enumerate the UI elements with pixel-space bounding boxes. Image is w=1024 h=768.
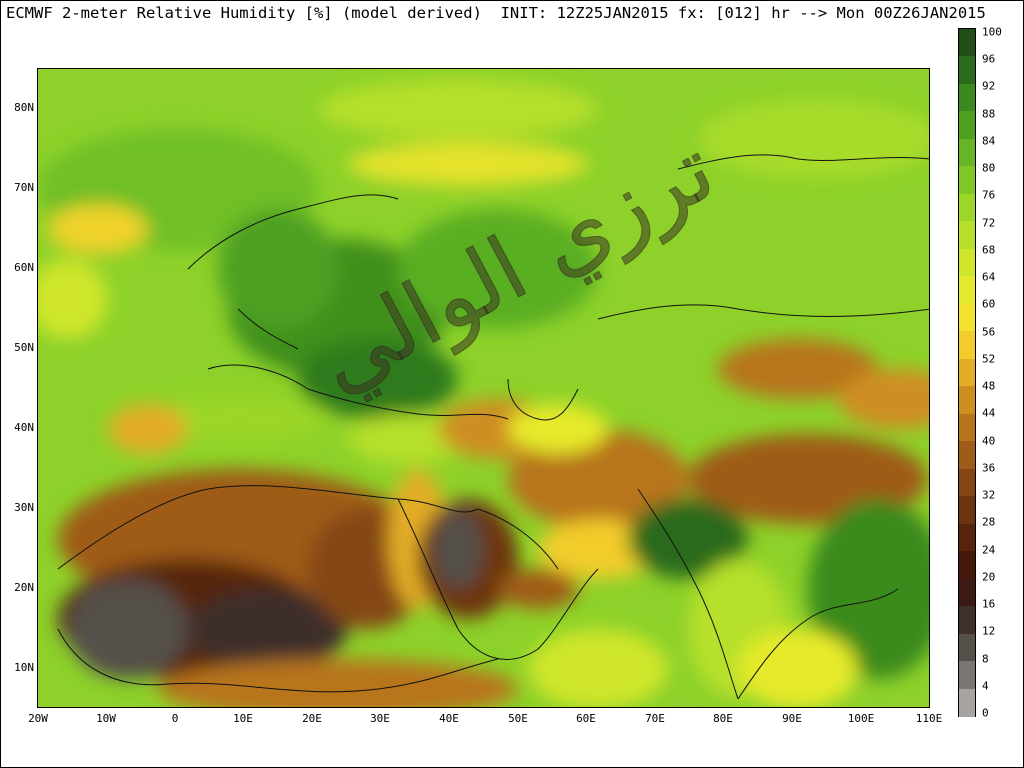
colorbar-segment [959, 248, 975, 277]
lon-label: 60E [576, 712, 596, 725]
colorbar-label: 88 [982, 107, 996, 121]
colorbar-segment [959, 193, 975, 222]
colorbar-segment [959, 578, 975, 607]
colorbar-segment [959, 606, 975, 635]
colorbar-segment [959, 551, 975, 580]
lat-label: 70N [14, 181, 34, 194]
lat-label: 50N [14, 341, 34, 354]
colorbar-segment [959, 661, 975, 690]
colorbar-segment [959, 138, 975, 167]
lon-label: 30E [370, 712, 390, 725]
colorbar-segment [959, 166, 975, 195]
colorbar-label: 44 [982, 406, 996, 420]
colorbar-label: 52 [982, 352, 996, 366]
colorbar-segment [959, 303, 975, 332]
colorbar-segment [959, 276, 975, 305]
humidity-field [38, 69, 929, 707]
colorbar-segment [959, 358, 975, 387]
humidity-map [37, 68, 930, 708]
lon-label: 90E [782, 712, 802, 725]
colorbar-segment [959, 221, 975, 250]
colorbar-segment [959, 496, 975, 525]
lat-label: 40N [14, 421, 34, 434]
lon-label: 100E [847, 712, 875, 725]
colorbar-label: 80 [982, 161, 996, 175]
lon-label: 20E [302, 712, 322, 725]
colorbar-label: 84 [982, 134, 996, 148]
lat-label: 80N [14, 101, 34, 114]
colorbar-segment [959, 468, 975, 497]
colorbar [958, 28, 976, 717]
colorbar-segment [959, 29, 975, 58]
colorbar-segment [959, 688, 975, 717]
colorbar-segment [959, 111, 975, 140]
colorbar-label: 96 [982, 52, 996, 66]
colorbar-label: 72 [982, 216, 996, 230]
colorbar-label: 92 [982, 79, 996, 93]
colorbar-label: 16 [982, 597, 996, 611]
colorbar-segment [959, 386, 975, 415]
colorbar-segment [959, 441, 975, 470]
colorbar-segment [959, 56, 975, 85]
colorbar-label: 20 [982, 570, 996, 584]
colorbar-label: 32 [982, 488, 996, 502]
lon-label: 80E [713, 712, 733, 725]
lat-label: 30N [14, 501, 34, 514]
colorbar-label: 56 [982, 325, 996, 339]
colorbar-segment [959, 331, 975, 360]
colorbar-label: 36 [982, 461, 996, 475]
colorbar-label: 28 [982, 515, 996, 529]
lon-label: 50E [508, 712, 528, 725]
colorbar-label: 60 [982, 297, 996, 311]
lon-label: 10E [233, 712, 253, 725]
lat-label: 60N [14, 261, 34, 274]
colorbar-label: 76 [982, 188, 996, 202]
colorbar-label: 24 [982, 543, 996, 557]
lat-label: 10N [14, 661, 34, 674]
colorbar-segment [959, 633, 975, 662]
lon-label: 40E [439, 712, 459, 725]
colorbar-label: 40 [982, 434, 996, 448]
lon-label: 0 [171, 712, 179, 725]
colorbar-label: 100 [982, 25, 1002, 39]
colorbar-label: 4 [982, 679, 989, 693]
lat-label: 20N [14, 581, 34, 594]
colorbar-label: 0 [982, 706, 989, 720]
colorbar-segment [959, 413, 975, 442]
colorbar-label: 64 [982, 270, 996, 284]
lon-label: 110E [915, 712, 943, 725]
colorbar-label: 8 [982, 652, 989, 666]
colorbar-label: 48 [982, 379, 996, 393]
lon-label: 20W [28, 712, 48, 725]
chart-title: ECMWF 2-meter Relative Humidity [%] (mod… [6, 4, 986, 22]
colorbar-segment [959, 83, 975, 113]
colorbar-label: 68 [982, 243, 996, 257]
colorbar-label: 12 [982, 624, 996, 638]
lon-label: 10W [96, 712, 116, 725]
lon-label: 70E [645, 712, 665, 725]
colorbar-segment [959, 523, 975, 552]
